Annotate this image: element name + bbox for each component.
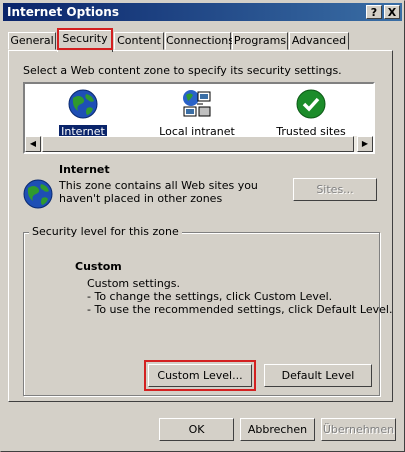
zone-trusted-sites[interactable]: Trusted sites xyxy=(263,88,359,138)
sites-button[interactable]: Sites... xyxy=(293,178,377,201)
scroll-thumb[interactable] xyxy=(42,136,354,152)
selected-zone-description: This zone contains all Web sites you hav… xyxy=(59,179,258,205)
tab-advanced[interactable]: Advanced xyxy=(289,32,349,50)
scroll-right-button[interactable]: ▶ xyxy=(357,136,373,152)
apply-button[interactable]: Übernehmen xyxy=(321,418,396,441)
globe-icon xyxy=(22,178,54,213)
security-level-description: Custom settings. - To change the setting… xyxy=(87,277,392,316)
default-level-button[interactable]: Default Level xyxy=(264,364,372,387)
level-line: - To use the recommended settings, click… xyxy=(87,303,393,316)
ok-button[interactable]: OK xyxy=(159,418,234,441)
security-level-title: Custom xyxy=(75,260,122,273)
level-line: - To change the settings, click Custom L… xyxy=(87,290,333,303)
tab-general[interactable]: General xyxy=(8,32,56,50)
tab-content[interactable]: Content xyxy=(114,32,164,50)
zone-scrollbar[interactable]: ◀ ▶ xyxy=(25,136,373,152)
green-check-icon xyxy=(296,89,326,119)
tab-programs[interactable]: Programs xyxy=(232,32,288,50)
zone-instruction: Select a Web content zone to specify its… xyxy=(23,64,342,77)
security-level-group-label: Security level for this zone xyxy=(29,225,182,238)
network-computers-icon xyxy=(183,90,211,117)
custom-level-button[interactable]: Custom Level... xyxy=(144,360,256,391)
zone-local-intranet[interactable]: Local intranet xyxy=(149,88,245,138)
close-button[interactable]: X xyxy=(384,5,400,19)
globe-icon xyxy=(68,89,98,119)
scroll-left-button[interactable]: ◀ xyxy=(25,136,41,152)
level-line: Custom settings. xyxy=(87,277,181,290)
help-button[interactable]: ? xyxy=(366,5,382,19)
selected-zone-title: Internet xyxy=(59,163,110,176)
tab-connections[interactable]: Connections xyxy=(165,32,234,50)
zone-list: Internet Local intranet Trusted sites ◀ … xyxy=(23,82,375,154)
window-title: Internet Options xyxy=(7,5,119,19)
title-bar[interactable]: Internet Options ? X xyxy=(3,3,402,21)
cancel-button[interactable]: Abbrechen xyxy=(240,418,315,441)
zone-internet[interactable]: Internet xyxy=(35,88,131,138)
tab-security[interactable]: Security xyxy=(57,28,113,52)
